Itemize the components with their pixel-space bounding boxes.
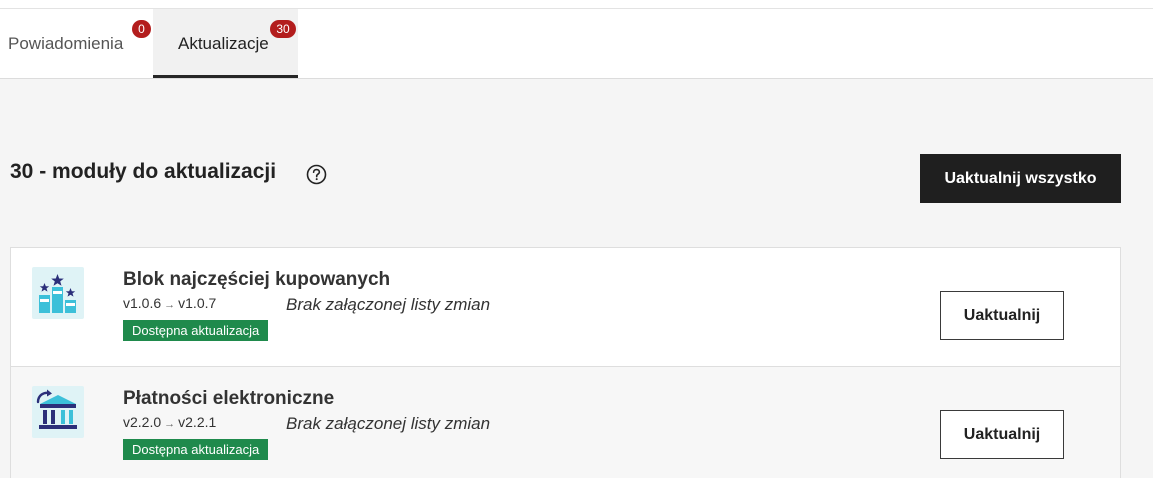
update-module-button[interactable]: Uaktualnij <box>940 410 1064 459</box>
module-name: Płatności elektroniczne <box>123 388 335 409</box>
arrow-right-icon: → <box>164 418 176 430</box>
module-changelog: Brak załączonej listy zmian <box>286 295 491 314</box>
podium-stars-icon <box>32 267 84 319</box>
status-badge: Dostępna aktualizacja <box>123 320 269 341</box>
tab-notifications[interactable]: Powiadomienia 0 <box>0 9 151 78</box>
notifications-count-badge: 0 <box>132 20 151 38</box>
module-version: v1.0.6 → v1.0.7 <box>123 295 216 311</box>
module-version: v2.2.0 → v2.2.1 <box>123 414 216 430</box>
module-row: Płatności elektroniczne v2.2.0 → v2.2.1 Br… <box>10 367 1121 478</box>
tab-bar: Powiadomienia 0 Aktualizacje 30 <box>0 0 1153 79</box>
update-module-button[interactable]: Uaktualnij <box>940 291 1064 340</box>
tab-updates[interactable]: Aktualizacje 30 <box>153 9 298 78</box>
version-from: v2.2.0 <box>123 414 162 430</box>
version-from: v1.0.6 <box>123 295 162 311</box>
arrow-right-icon: → <box>164 299 176 311</box>
module-name: Blok najczęściej kupowanych <box>123 269 391 290</box>
module-list: Blok najczęściej kupowanych v1.0.6 → v1.0.… <box>10 247 1121 478</box>
update-all-button[interactable]: Uaktualnij wszystko <box>920 154 1121 203</box>
module-row: Blok najczęściej kupowanych v1.0.6 → v1.0.… <box>10 247 1121 367</box>
help-icon[interactable] <box>306 164 327 185</box>
tab-notifications-label: Powiadomienia <box>8 34 124 53</box>
bank-payment-icon <box>32 386 84 438</box>
tab-updates-label: Aktualizacje <box>178 34 269 53</box>
module-changelog: Brak załączonej listy zmian <box>286 414 491 433</box>
status-badge: Dostępna aktualizacja <box>123 439 269 460</box>
version-to: v1.0.7 <box>178 295 217 311</box>
page-title: 30 - moduły do aktualizacji <box>10 160 277 183</box>
updates-count-badge: 30 <box>270 20 296 38</box>
version-to: v2.2.1 <box>178 414 217 430</box>
